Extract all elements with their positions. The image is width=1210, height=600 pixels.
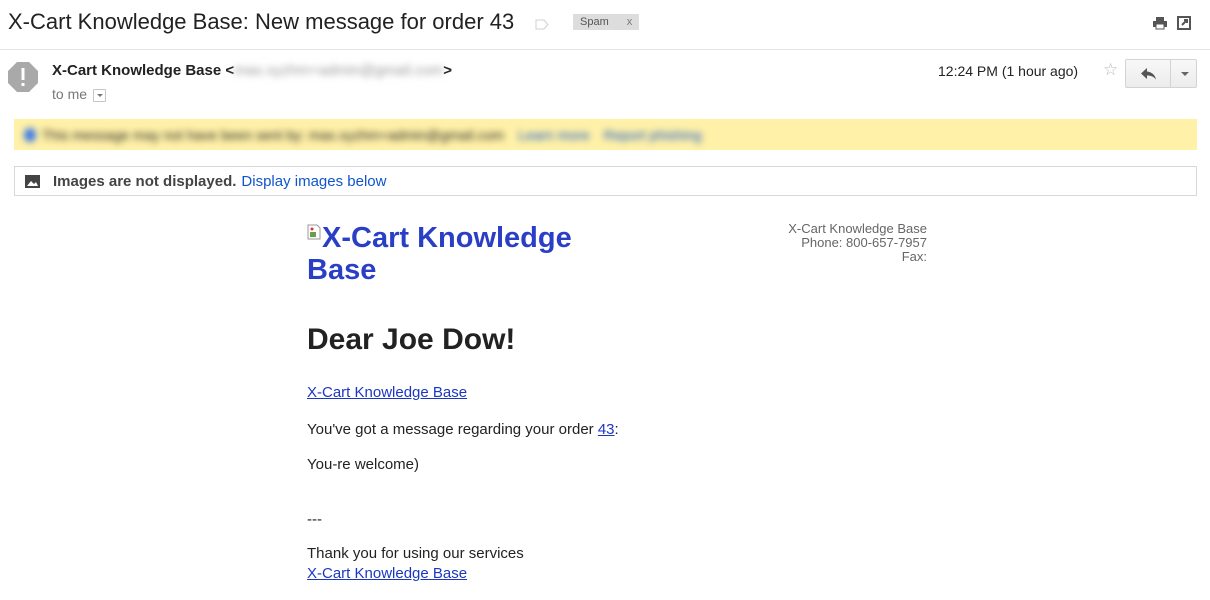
image-icon: [25, 174, 40, 188]
report-phishing-link[interactable]: Report phishing: [604, 127, 702, 143]
sender-open-bracket: <: [225, 62, 235, 79]
warning-text: This message may not have been sent by: …: [42, 126, 505, 143]
footer-store-link[interactable]: X-Cart Knowledge Base: [307, 565, 467, 582]
sender-line: X-Cart Knowledge Base <max.xyzhm+admin@g…: [52, 62, 452, 79]
details-dropdown-icon[interactable]: [93, 88, 107, 102]
spam-label[interactable]: Spam x: [573, 14, 640, 30]
footer-link-line: X-Cart Knowledge Base: [307, 565, 467, 582]
remove-label-button[interactable]: x: [627, 14, 633, 30]
sender-warning-avatar: [8, 62, 38, 92]
email-subject: X-Cart Knowledge Base: New message for o…: [8, 9, 515, 34]
phishing-warning-content: This message may not have been sent by: …: [14, 119, 702, 150]
display-images-link[interactable]: Display images below: [241, 173, 386, 190]
broken-image-icon: [307, 224, 321, 240]
company-phone: Phone: 800-657-7957: [801, 235, 927, 250]
company-fax: Fax:: [901, 249, 927, 264]
greeting-heading: Dear Joe Dow!: [307, 323, 516, 356]
learn-more-link[interactable]: Learn more: [518, 127, 590, 143]
message-text: You-re welcome): [307, 456, 419, 473]
order-message-line: You've got a message regarding your orde…: [307, 421, 619, 438]
reply-button[interactable]: [1125, 59, 1171, 88]
new-window-icon[interactable]: [1176, 15, 1192, 31]
thanks-text: Thank you for using our services: [307, 545, 524, 562]
company-info: X-Cart Knowledge Base Phone: 800-657-795…: [700, 222, 927, 264]
images-blocked-bar: Images are not displayed. Display images…: [14, 166, 1197, 196]
order-message-prefix: You've got a message regarding your orde…: [307, 421, 598, 438]
order-message-suffix: :: [614, 421, 619, 438]
spam-label-text: Spam: [580, 16, 609, 28]
sender-email: max.xyzhm+admin@gmail.com: [234, 62, 444, 79]
store-link[interactable]: X-Cart Knowledge Base: [307, 384, 467, 401]
sender-close-bracket: >: [443, 62, 452, 79]
order-number-link[interactable]: 43: [598, 421, 615, 438]
header-divider: [0, 49, 1210, 50]
signature-separator: ---: [307, 511, 322, 528]
images-blocked-text: Images are not displayed.: [53, 172, 237, 190]
warning-icon: [24, 127, 36, 142]
print-icon[interactable]: [1152, 15, 1168, 31]
company-name: X-Cart Knowledge Base: [788, 221, 927, 236]
sender-name[interactable]: X-Cart Knowledge Base: [52, 62, 221, 79]
store-logo[interactable]: X-Cart Knowledge Base: [307, 222, 637, 286]
phishing-warning-bar: This message may not have been sent by: …: [14, 119, 1197, 150]
message-time: 12:24 PM (1 hour ago): [938, 63, 1079, 79]
recipient-line: to me: [52, 86, 107, 102]
recipient-text: to me: [52, 86, 88, 102]
reply-arrow-icon: [1141, 68, 1156, 80]
store-link-line: X-Cart Knowledge Base: [307, 384, 467, 401]
more-options-button[interactable]: [1170, 59, 1197, 88]
importance-marker-icon[interactable]: [535, 19, 549, 30]
logo-alt-text: X-Cart Knowledge Base: [307, 222, 572, 286]
star-icon[interactable]: ☆: [1103, 60, 1118, 80]
